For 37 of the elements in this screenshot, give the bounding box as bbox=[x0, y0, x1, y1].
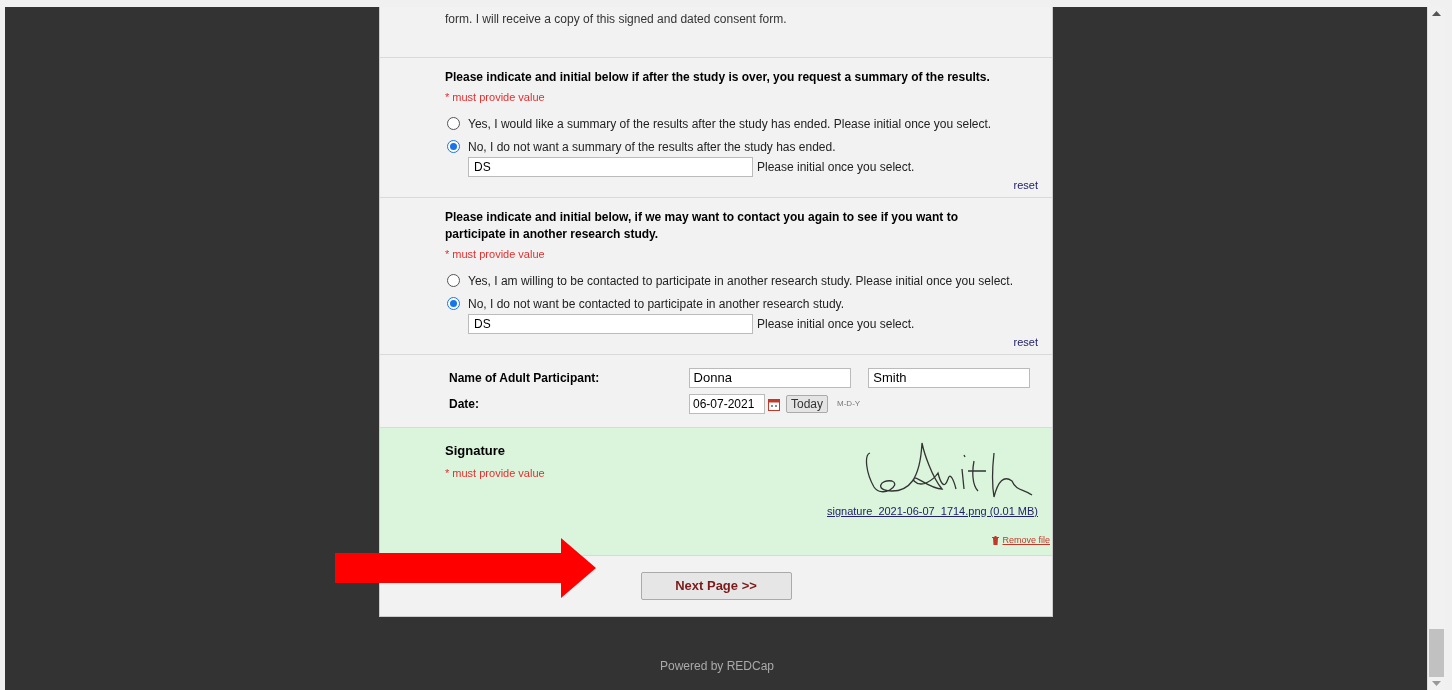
date-format-hint: M-D-Y bbox=[837, 398, 861, 410]
option-label: Yes, I am willing to be contacted to participate in another research study. Please initial once you select. bbox=[468, 272, 1013, 290]
radio-button[interactable] bbox=[447, 117, 460, 130]
next-page-button[interactable]: Next Page >> bbox=[640, 572, 792, 600]
remove-file-link[interactable]: Remove file bbox=[1002, 533, 1050, 547]
scrollbar-thumb[interactable] bbox=[1429, 629, 1444, 677]
initials-field[interactable]: DS bbox=[468, 313, 753, 334]
trash-icon bbox=[992, 535, 1000, 545]
date-field[interactable]: 06-07-2021 bbox=[689, 394, 765, 414]
field-label: Signature bbox=[445, 442, 506, 460]
radio-button[interactable] bbox=[447, 140, 460, 153]
required-note: * must provide value bbox=[445, 247, 545, 262]
last-name-field[interactable]: Smith bbox=[868, 368, 1030, 388]
footer-text: Powered by REDCap bbox=[659, 658, 775, 675]
option-label: No, I do not want a summary of the results after the study has ended. bbox=[468, 138, 836, 156]
initials-field[interactable]: DS bbox=[468, 156, 753, 177]
consent-text: form. I will receive a copy of this signed and dated consent form. bbox=[445, 11, 787, 28]
scroll-down-icon[interactable] bbox=[1432, 681, 1441, 686]
field-label: Date: bbox=[449, 396, 480, 413]
file-link[interactable]: signature_2021-06-07_1714.png (0.01 MB) bbox=[827, 503, 1038, 520]
required-note: * must provide value bbox=[445, 90, 545, 105]
field-hint: Please initial once you select. bbox=[757, 158, 915, 176]
first-name-field[interactable]: Donna bbox=[688, 368, 852, 388]
scroll-up-icon[interactable] bbox=[1432, 11, 1441, 16]
radio-button[interactable] bbox=[447, 274, 460, 287]
question-text: Please indicate and initial below, if we may want to contact you again to see if you want to participate in another research study. bbox=[445, 209, 959, 243]
radio-button[interactable] bbox=[447, 297, 460, 310]
reset-link[interactable]: reset bbox=[1013, 176, 1038, 193]
option-label: No, I do not want be contacted to participate in another research study. bbox=[468, 295, 844, 313]
field-hint: Please initial once you select. bbox=[757, 315, 915, 333]
required-note: * must provide value bbox=[445, 465, 545, 481]
question-text: Please indicate and initial below if after the study is over, you request a summary of the results. bbox=[445, 69, 991, 86]
reset-link[interactable]: reset bbox=[1013, 333, 1038, 350]
field-label: Name of Adult Participant: bbox=[449, 370, 601, 387]
option-label: Yes, I would like a summary of the results after the study has ended. Please initial once you select. bbox=[468, 115, 992, 133]
calendar-icon[interactable] bbox=[768, 397, 780, 411]
today-button[interactable]: Today bbox=[786, 395, 829, 413]
